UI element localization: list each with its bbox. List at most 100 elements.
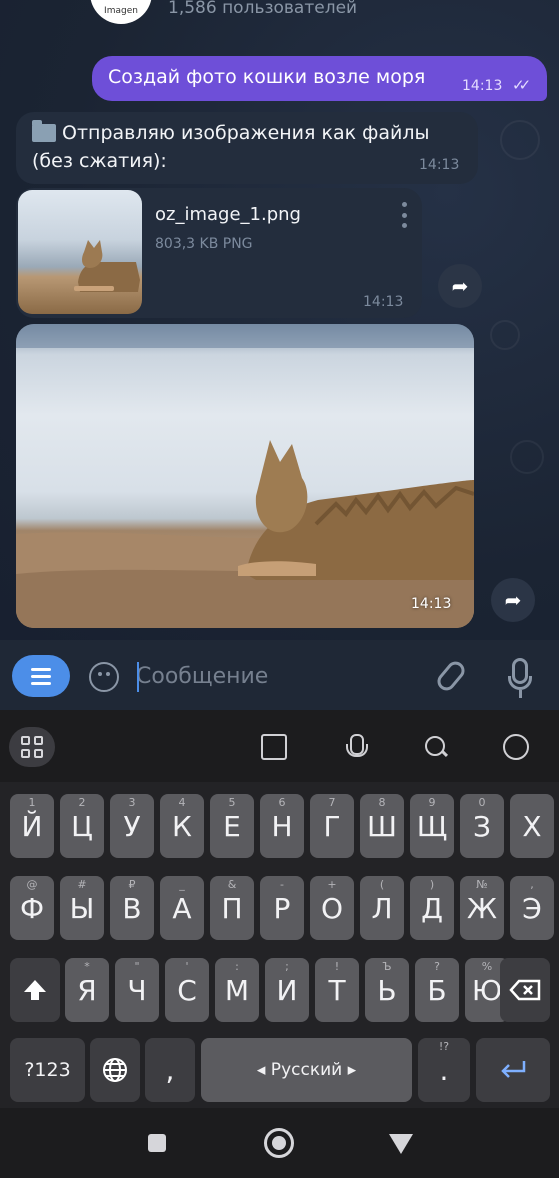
key-Г[interactable]: 7Г: [310, 794, 354, 858]
key-hint: -: [280, 878, 284, 891]
key-hint: &: [227, 878, 237, 891]
key-label: А: [172, 891, 192, 925]
key-label: ,: [165, 1053, 175, 1087]
key-label: У: [123, 809, 141, 843]
key-hint: 8: [378, 796, 386, 809]
key-Н[interactable]: 6Н: [260, 794, 304, 858]
key-И[interactable]: ; И: [265, 958, 309, 1022]
key-hint: 7: [328, 796, 336, 809]
shift-key[interactable]: [10, 958, 60, 1022]
key-hint: 9: [428, 796, 436, 809]
enter-icon: [501, 1061, 526, 1078]
key-label: С: [177, 973, 197, 1007]
key-hint: *: [84, 960, 90, 973]
key-Щ[interactable]: 9Щ: [410, 794, 454, 858]
key-Й[interactable]: 1Й: [10, 794, 54, 858]
key-Р[interactable]: -Р: [260, 876, 304, 940]
key-hint: ₽: [128, 878, 136, 891]
apps-grid-icon[interactable]: [9, 727, 55, 767]
key-Ф[interactable]: @ Ф: [10, 876, 54, 940]
file-thumbnail[interactable]: [18, 190, 142, 314]
system-navigation-bar: [0, 1108, 559, 1178]
key-К[interactable]: 4К: [160, 794, 204, 858]
key-label: В: [122, 891, 142, 925]
share-button[interactable]: ➦: [438, 264, 482, 308]
home-icon[interactable]: [264, 1128, 294, 1158]
key-С[interactable]: ' С: [165, 958, 209, 1022]
message-text-line-1: Отправляю изображения как файлы: [62, 122, 430, 144]
chat-area[interactable]: Imagen 1,586 пользователей Создай фото к…: [0, 0, 559, 640]
symbols-key[interactable]: ?123: [10, 1038, 85, 1102]
space-key[interactable]: ◂ Русский ▸: [201, 1038, 412, 1102]
comma-key[interactable]: ,: [145, 1038, 195, 1102]
outgoing-message[interactable]: Создай фото кошки возле моря 14:13 ✓✓: [92, 56, 547, 101]
key-В[interactable]: ₽ В: [110, 876, 154, 940]
key-Я[interactable]: * Я: [65, 958, 109, 1022]
message-time: 14:13: [363, 294, 404, 310]
screen: Imagen 1,586 пользователей Создай фото к…: [0, 0, 559, 1178]
message-input[interactable]: [136, 658, 426, 694]
shift-icon: [24, 980, 46, 1000]
key-Ч[interactable]: " Ч: [115, 958, 159, 1022]
key-label: Ю: [471, 973, 503, 1007]
key-label: Ш: [367, 809, 397, 843]
key-label: Б: [427, 973, 447, 1007]
key-Л[interactable]: (Л: [360, 876, 404, 940]
voice-input-icon[interactable]: [343, 734, 369, 760]
attach-icon[interactable]: [433, 657, 469, 695]
search-icon[interactable]: [423, 734, 449, 760]
background-doodle: [490, 320, 520, 350]
key-О[interactable]: + О: [310, 876, 354, 940]
key-У[interactable]: 3У: [110, 794, 154, 858]
key-Х[interactable]: Х: [510, 794, 554, 858]
message-time: 14:13: [411, 596, 452, 612]
key-hint: 6: [278, 796, 286, 809]
clipboard-icon[interactable]: [261, 734, 287, 760]
key-Э[interactable]: ,Э: [510, 876, 554, 940]
recent-apps-icon[interactable]: [148, 1134, 166, 1152]
file-message[interactable]: oz_image_1.png 803,3 KB PNG 14:13: [16, 188, 422, 318]
key-label: М: [224, 973, 250, 1007]
key-Е[interactable]: 5Е: [210, 794, 254, 858]
key-hint: Ъ: [382, 960, 392, 973]
key-Д[interactable]: ) Д: [410, 876, 454, 940]
backspace-key[interactable]: [500, 958, 550, 1022]
key-label: Р: [273, 891, 291, 925]
key-hint: @: [26, 878, 38, 891]
key-Б[interactable]: ? Б: [415, 958, 459, 1022]
key-label: Й: [21, 809, 43, 843]
globe-key[interactable]: [90, 1038, 140, 1102]
key-hint: ': [185, 960, 189, 973]
key-label: Н: [271, 809, 293, 843]
key-А[interactable]: _ А: [160, 876, 204, 940]
key-Ц[interactable]: 2Ц: [60, 794, 104, 858]
incoming-message[interactable]: Отправляю изображения как файлы (без сжа…: [16, 112, 478, 184]
emoji-keyboard-icon[interactable]: [503, 734, 529, 760]
enter-key[interactable]: [476, 1038, 550, 1102]
bot-menu-button[interactable]: [12, 655, 70, 697]
key-label: И: [276, 973, 298, 1007]
share-arrow-icon: ➦: [504, 588, 522, 612]
back-icon[interactable]: [389, 1134, 413, 1154]
key-Ь[interactable]: ЪЬ: [365, 958, 409, 1022]
key-Ы[interactable]: # Ы: [60, 876, 104, 940]
more-options-icon[interactable]: [400, 202, 408, 228]
backspace-icon: [509, 979, 541, 1001]
key-П[interactable]: & П: [210, 876, 254, 940]
emoji-icon[interactable]: [89, 662, 119, 692]
message-time: 14:13: [419, 157, 460, 173]
key-Ш[interactable]: 8Ш: [360, 794, 404, 858]
period-key[interactable]: !?.: [418, 1038, 470, 1102]
key-Ж[interactable]: № Ж: [460, 876, 504, 940]
key-З[interactable]: 0З: [460, 794, 504, 858]
key-Т[interactable]: ! Т: [315, 958, 359, 1022]
key-М[interactable]: :М: [215, 958, 259, 1022]
globe-icon: [103, 1058, 127, 1082]
folder-icon: [32, 120, 56, 142]
share-button[interactable]: ➦: [491, 578, 535, 622]
key-hint: ,: [530, 878, 534, 891]
chat-header[interactable]: Imagen 1,586 пользователей: [0, 0, 559, 38]
photo-message[interactable]: 14:13: [16, 324, 474, 628]
avatar[interactable]: Imagen: [90, 0, 152, 24]
cat-photo-image: [16, 324, 474, 628]
